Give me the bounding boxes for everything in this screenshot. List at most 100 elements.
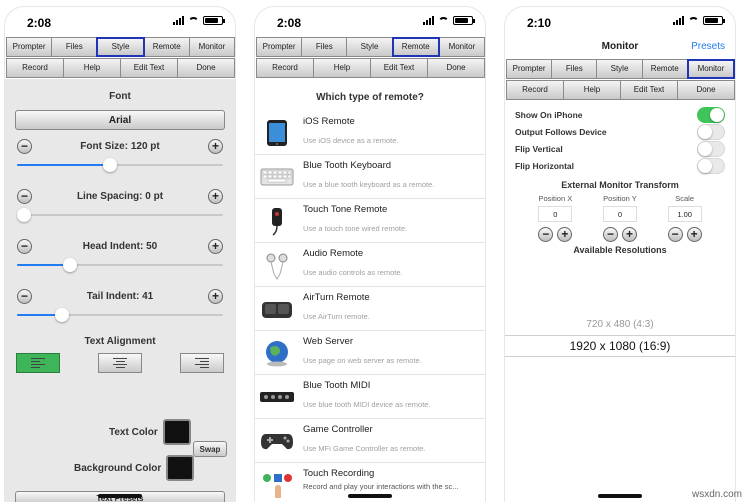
position-x-field[interactable]: 0	[538, 206, 573, 222]
remote-item-ios[interactable]: iOS Remote Use iOS device as a remote.	[255, 111, 485, 155]
remote-screen: 2:08 Prompter Files Style Remote Monitor…	[254, 6, 486, 502]
tab-files[interactable]: Files	[51, 37, 98, 57]
tail-indent-slider[interactable]	[17, 308, 223, 322]
text-color-swatch[interactable]	[162, 419, 191, 445]
done-button[interactable]: Done	[177, 58, 235, 78]
option-label: Flip Horizontal	[515, 160, 575, 171]
slider-knob[interactable]	[63, 258, 78, 272]
head-indent-slider[interactable]	[17, 258, 223, 272]
signal-icon	[173, 16, 184, 25]
tail-indent-label: Tail Indent: 41	[86, 290, 154, 302]
font-size-decrease-button[interactable]: −	[17, 138, 32, 154]
slider-knob[interactable]	[103, 158, 118, 172]
remote-item-desc: Use a touch tone wired remote.	[303, 224, 408, 233]
slider-knob[interactable]	[17, 208, 31, 222]
tab-monitor[interactable]: Monitor	[686, 59, 735, 79]
remote-item-name: Blue Tooth Keyboard	[303, 160, 392, 171]
resolution-option[interactable]: 720 x 480 (4:3)	[505, 319, 735, 330]
help-button[interactable]: Help	[63, 58, 121, 78]
line-spacing-increase-button[interactable]: +	[208, 188, 223, 204]
tab-style[interactable]: Style	[96, 37, 145, 57]
done-button[interactable]: Done	[677, 80, 735, 100]
show-on-iphone-toggle[interactable]	[697, 106, 725, 123]
scale-field[interactable]: 1.00	[667, 206, 702, 222]
text-color-row: Text Color	[109, 419, 191, 445]
remote-item-name: Touch Recording	[303, 468, 375, 479]
tab-monitor[interactable]: Monitor	[438, 37, 485, 57]
remote-item-game-controller[interactable]: Game Controller Use MFi Game Controller a…	[255, 419, 485, 463]
status-bar: 2:08	[5, 7, 235, 37]
presets-button[interactable]: Presets	[691, 41, 725, 52]
remote-item-name: Game Controller	[303, 424, 373, 435]
font-size-increase-button[interactable]: +	[207, 138, 223, 154]
align-left-button[interactable]	[16, 353, 60, 373]
record-button[interactable]: Record	[506, 80, 564, 100]
remote-item-name: Touch Tone Remote	[303, 204, 388, 215]
help-button[interactable]: Help	[313, 58, 371, 78]
font-picker-button[interactable]: Arial	[15, 110, 225, 130]
tab-prompter[interactable]: Prompter	[506, 59, 553, 79]
line-spacing-slider[interactable]	[17, 208, 223, 222]
text-color-label: Text Color	[109, 426, 158, 438]
edit-text-button[interactable]: Edit Text	[370, 58, 428, 78]
tail-indent-decrease-button[interactable]: −	[17, 288, 32, 304]
record-button[interactable]: Record	[6, 58, 64, 78]
home-indicator	[348, 494, 392, 498]
slider-knob[interactable]	[55, 308, 70, 322]
resolution-option-selected[interactable]: 1920 x 1080 (16:9)	[505, 335, 735, 357]
remote-item-name: iOS Remote	[303, 116, 355, 127]
help-button[interactable]: Help	[563, 80, 621, 100]
signal-icon	[673, 16, 684, 25]
head-indent-decrease-button[interactable]: −	[17, 238, 32, 254]
edit-text-button[interactable]: Edit Text	[120, 58, 178, 78]
font-size-slider[interactable]	[17, 158, 223, 172]
record-button[interactable]: Record	[256, 58, 314, 78]
remote-item-desc: Use AirTurn remote.	[303, 312, 370, 321]
head-indent-increase-button[interactable]: +	[208, 238, 223, 254]
flip-vertical-toggle[interactable]	[697, 140, 725, 157]
remote-item-desc: Use MFi Game Controller as remote.	[303, 444, 426, 453]
position-y-increase-button[interactable]: +	[621, 227, 637, 242]
tab-prompter[interactable]: Prompter	[256, 37, 303, 57]
gamepad-icon	[261, 433, 293, 449]
tab-monitor[interactable]: Monitor	[188, 37, 235, 57]
position-y-decrease-button[interactable]: −	[602, 227, 618, 242]
remote-item-airturn[interactable]: AirTurn Remote Use AirTurn remote.	[255, 287, 485, 331]
tab-remote[interactable]: Remote	[641, 59, 688, 79]
remote-item-desc: Record and play your interactions with t…	[303, 482, 459, 491]
tab-remote[interactable]: Remote	[391, 37, 440, 57]
scale-increase-button[interactable]: +	[686, 227, 702, 242]
tab-prompter[interactable]: Prompter	[6, 37, 53, 57]
tail-indent-row: − Tail Indent: 41 +	[5, 286, 235, 306]
align-center-button[interactable]	[98, 353, 142, 373]
tab-style[interactable]: Style	[596, 59, 643, 79]
remote-item-midi[interactable]: Blue Tooth MIDI Use blue tooth MIDI devic…	[255, 375, 485, 419]
position-x-increase-button[interactable]: +	[557, 227, 573, 242]
transform-title: External Monitor Transform	[561, 180, 679, 190]
scale-decrease-button[interactable]: −	[667, 227, 683, 242]
line-spacing-decrease-button[interactable]: −	[17, 188, 32, 204]
edit-text-button[interactable]: Edit Text	[620, 80, 678, 100]
remote-item-audio[interactable]: Audio Remote Use audio controls as remote…	[255, 243, 485, 287]
flip-horizontal-toggle[interactable]	[697, 157, 725, 174]
background-color-row: Background Color	[74, 455, 195, 481]
remote-item-keyboard[interactable]: Blue Tooth Keyboard Use a blue tooth keyb…	[255, 155, 485, 199]
scale-control: Scale 1.00 − +	[659, 194, 711, 242]
position-x-decrease-button[interactable]: −	[538, 227, 554, 242]
midi-controller-icon	[260, 391, 294, 402]
remote-item-touch-tone[interactable]: Touch Tone Remote Use a touch tone wired …	[255, 199, 485, 243]
swap-colors-button[interactable]: Swap	[193, 441, 227, 457]
remote-list: iOS Remote Use iOS device as a remote. Bl…	[255, 111, 485, 502]
position-y-field[interactable]: 0	[602, 206, 637, 222]
tab-remote[interactable]: Remote	[143, 37, 190, 57]
nav-row-bottom: Record Help Edit Text Done	[256, 58, 485, 78]
remote-item-web-server[interactable]: Web Server Use page on web server as remo…	[255, 331, 485, 375]
tab-files[interactable]: Files	[301, 37, 348, 57]
align-right-button[interactable]	[180, 353, 224, 373]
background-color-swatch[interactable]	[166, 455, 195, 481]
tab-style[interactable]: Style	[346, 37, 393, 57]
tail-indent-increase-button[interactable]: +	[208, 288, 223, 304]
done-button[interactable]: Done	[427, 58, 485, 78]
tab-files[interactable]: Files	[551, 59, 598, 79]
output-follows-device-toggle[interactable]	[697, 123, 725, 140]
